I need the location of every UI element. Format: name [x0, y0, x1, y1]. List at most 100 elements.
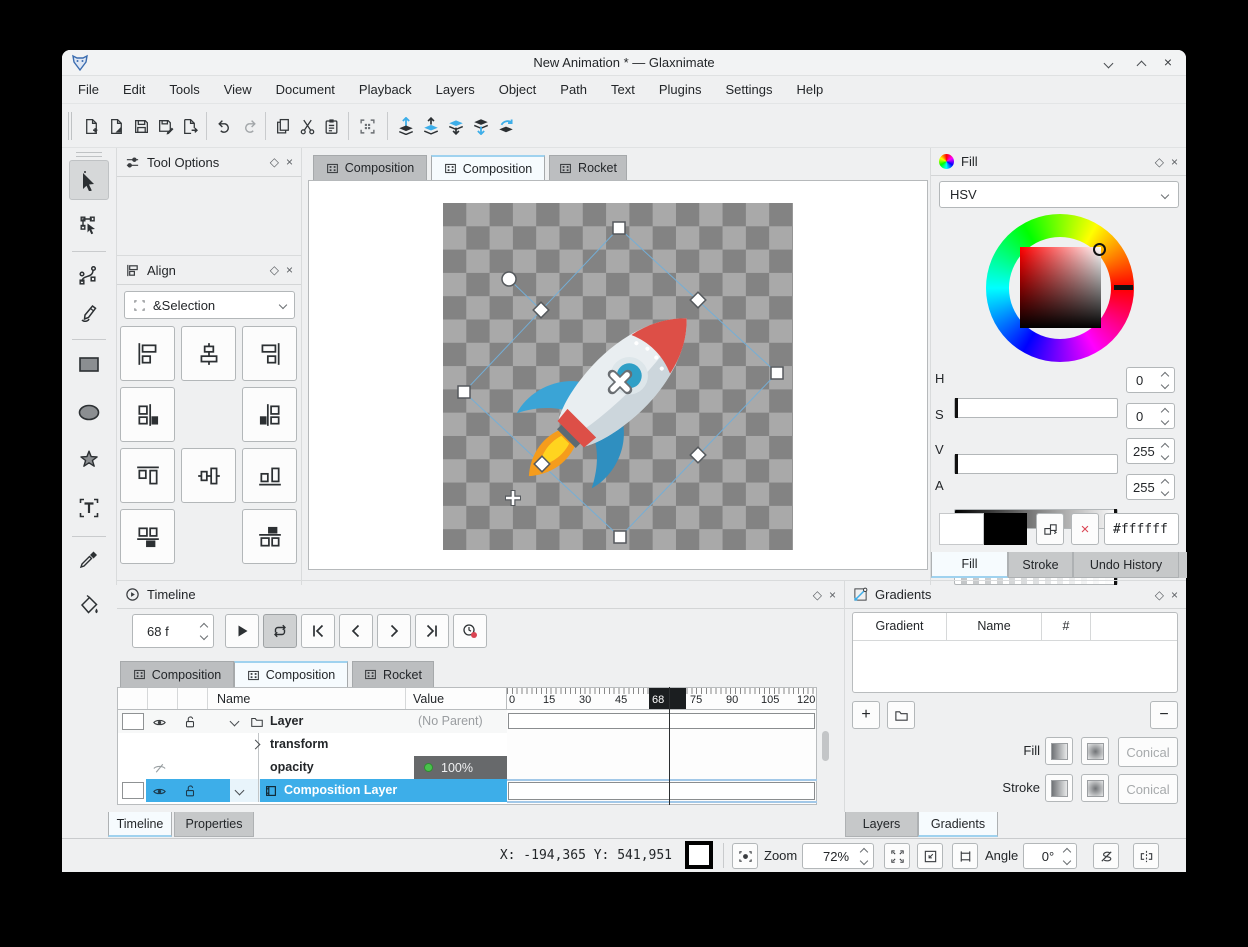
- timeline-ruler[interactable]: 0 15 30 45 68 75 90 105 120: [507, 687, 817, 710]
- column-name[interactable]: Name: [947, 613, 1042, 640]
- fill-radial-gradient-button[interactable]: [1081, 737, 1109, 765]
- menu-tools[interactable]: Tools: [157, 76, 211, 103]
- column-value[interactable]: Value: [406, 688, 506, 709]
- undo-button[interactable]: [212, 114, 236, 138]
- tab-fill[interactable]: Fill: [931, 552, 1008, 578]
- close-panel-icon[interactable]: ×: [1171, 156, 1178, 168]
- lower-button[interactable]: [444, 114, 468, 138]
- visible-icon[interactable]: [151, 783, 167, 799]
- reset-view-button[interactable]: [952, 843, 978, 869]
- dock-tab-properties[interactable]: Properties: [174, 812, 254, 837]
- align-right-button[interactable]: [242, 326, 297, 381]
- secondary-color-swatch[interactable]: [984, 513, 1027, 545]
- fill-conical-gradient-button[interactable]: Conical: [1118, 737, 1178, 767]
- rocket-artwork[interactable]: [443, 203, 793, 550]
- maximize-button[interactable]: [1133, 56, 1149, 70]
- stroke-radial-gradient-button[interactable]: [1081, 774, 1109, 802]
- presets-button[interactable]: [887, 701, 915, 729]
- align-hcenter-button[interactable]: [181, 326, 236, 381]
- colorspace-select[interactable]: HSV: [939, 181, 1179, 208]
- opacity-row[interactable]: opacity 100%: [118, 756, 508, 779]
- close-panel-icon[interactable]: ×: [286, 156, 293, 168]
- gradients-table[interactable]: Gradient Name #: [852, 612, 1178, 693]
- redo-button[interactable]: [237, 114, 261, 138]
- timeline-tab-rocket[interactable]: Rocket: [352, 661, 434, 687]
- frame-spinbox[interactable]: 68 f: [132, 614, 214, 648]
- tool-edit-nodes[interactable]: [69, 205, 109, 245]
- play-button[interactable]: [225, 614, 259, 648]
- canvas-tab-composition-1[interactable]: Composition: [313, 155, 427, 180]
- tools-grip[interactable]: [76, 152, 102, 157]
- clear-color-button[interactable]: ×: [1071, 513, 1099, 545]
- column-count[interactable]: #: [1042, 613, 1091, 640]
- playhead[interactable]: [669, 687, 670, 805]
- tool-rectangle[interactable]: [69, 344, 109, 384]
- opacity-value-cell[interactable]: 100%: [414, 756, 508, 779]
- layer-track-bar[interactable]: [508, 713, 815, 729]
- hue-handle[interactable]: [1114, 285, 1133, 290]
- align-vcenter-button[interactable]: [181, 448, 236, 503]
- layer-color-cell[interactable]: [122, 713, 144, 730]
- align-outside-right-button[interactable]: [242, 387, 297, 442]
- tab-stroke[interactable]: Stroke: [1008, 552, 1073, 578]
- add-gradient-button[interactable]: +: [852, 701, 880, 729]
- menu-path[interactable]: Path: [548, 76, 599, 103]
- focus-canvas-button[interactable]: [732, 843, 758, 869]
- tool-text[interactable]: [69, 488, 109, 528]
- timeline-tracks[interactable]: [507, 710, 817, 805]
- timeline-tab-composition-2[interactable]: Composition: [234, 661, 348, 687]
- cut-button[interactable]: [295, 114, 319, 138]
- composition-layer-row[interactable]: Composition Layer: [118, 779, 508, 802]
- save-button[interactable]: [129, 114, 153, 138]
- align-left-button[interactable]: [120, 326, 175, 381]
- align-top-button[interactable]: [120, 448, 175, 503]
- transform-row[interactable]: transform: [118, 733, 508, 756]
- dock-tab-layers[interactable]: Layers: [845, 812, 918, 837]
- dock-tab-timeline[interactable]: Timeline: [108, 812, 172, 837]
- save-as-button[interactable]: [153, 114, 177, 138]
- saturation-value-square[interactable]: [1020, 247, 1101, 328]
- hue-slider[interactable]: [954, 398, 1118, 418]
- paste-button[interactable]: [319, 114, 343, 138]
- hex-color-field[interactable]: #ffffff: [1104, 513, 1179, 545]
- fill-linear-gradient-button[interactable]: [1045, 737, 1073, 765]
- layer-color-cell[interactable]: [122, 782, 144, 799]
- tool-ellipse[interactable]: [69, 392, 109, 432]
- canvas-tab-composition-2[interactable]: Composition: [431, 155, 545, 180]
- composition-layer-track-bar[interactable]: [508, 782, 815, 800]
- align-relative-to-select[interactable]: &Selection: [124, 291, 295, 319]
- open-file-button[interactable]: [104, 114, 128, 138]
- reset-rotation-button[interactable]: [1093, 843, 1119, 869]
- value-spinbox[interactable]: 255: [1126, 438, 1175, 464]
- float-panel-icon[interactable]: ◇: [813, 589, 822, 601]
- zoom-spinbox[interactable]: 72%: [802, 843, 874, 869]
- float-panel-icon[interactable]: ◇: [270, 264, 279, 276]
- next-frame-button[interactable]: [377, 614, 411, 648]
- expand-icon[interactable]: [236, 787, 243, 794]
- last-frame-button[interactable]: [415, 614, 449, 648]
- menu-layers[interactable]: Layers: [424, 76, 487, 103]
- menu-plugins[interactable]: Plugins: [647, 76, 714, 103]
- expand-icon[interactable]: [252, 741, 259, 748]
- float-panel-icon[interactable]: ◇: [270, 156, 279, 168]
- layer-row[interactable]: Layer (No Parent): [118, 710, 508, 733]
- canvas-tab-rocket[interactable]: Rocket: [549, 155, 627, 180]
- primary-color-swatch[interactable]: [939, 513, 984, 545]
- close-panel-icon[interactable]: ×: [1171, 589, 1178, 601]
- menu-edit[interactable]: Edit: [111, 76, 157, 103]
- stroke-conical-gradient-button[interactable]: Conical: [1118, 774, 1178, 804]
- saturation-slider[interactable]: [954, 454, 1118, 474]
- align-outside-top-button[interactable]: [242, 509, 297, 564]
- align-outside-bottom-button[interactable]: [120, 509, 175, 564]
- unlocked-icon[interactable]: [182, 783, 198, 799]
- menu-object[interactable]: Object: [487, 76, 549, 103]
- close-panel-icon[interactable]: ×: [286, 264, 293, 276]
- zoom-fit-button[interactable]: [884, 843, 910, 869]
- export-button[interactable]: [177, 114, 201, 138]
- timeline-tab-composition-1[interactable]: Composition: [120, 661, 234, 687]
- tool-color-picker[interactable]: [69, 541, 109, 581]
- new-file-button[interactable]: [79, 114, 103, 138]
- column-gradient[interactable]: Gradient: [853, 613, 947, 640]
- menu-file[interactable]: File: [66, 76, 111, 103]
- tool-draw-bezier[interactable]: [69, 256, 109, 296]
